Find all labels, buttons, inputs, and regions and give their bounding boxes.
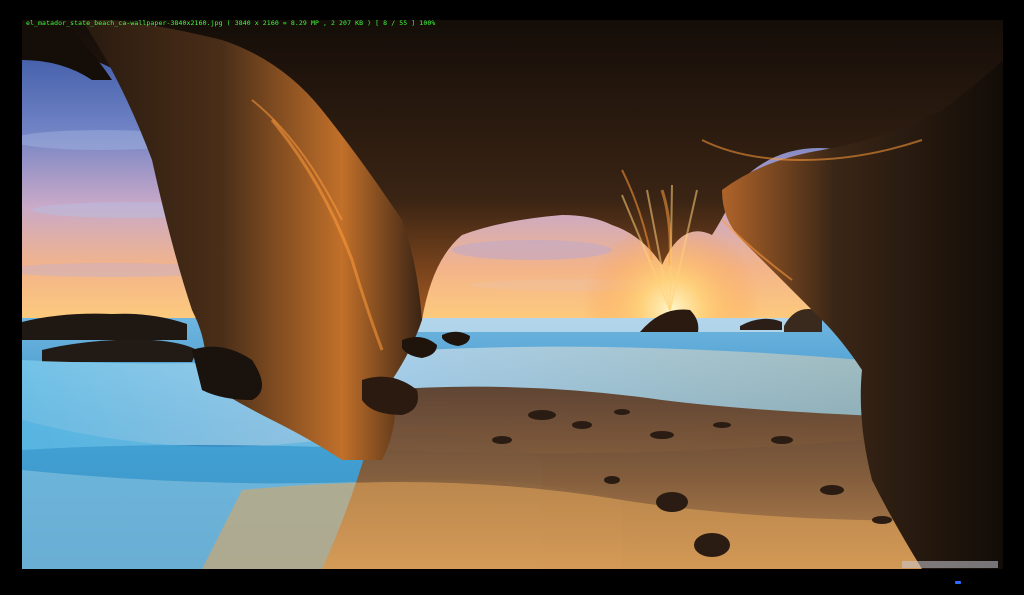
far-rocks-left [22,313,187,340]
photo-canvas [22,20,1003,569]
image-viewer-window: el_matador_state_beach_ca-wallpaper-3840… [0,0,1024,595]
image-info-overlay: el_matador_state_beach_ca-wallpaper-3840… [26,19,436,27]
taskbar-indicator [955,581,961,584]
watermark [902,561,998,568]
displayed-image[interactable] [22,20,1003,569]
